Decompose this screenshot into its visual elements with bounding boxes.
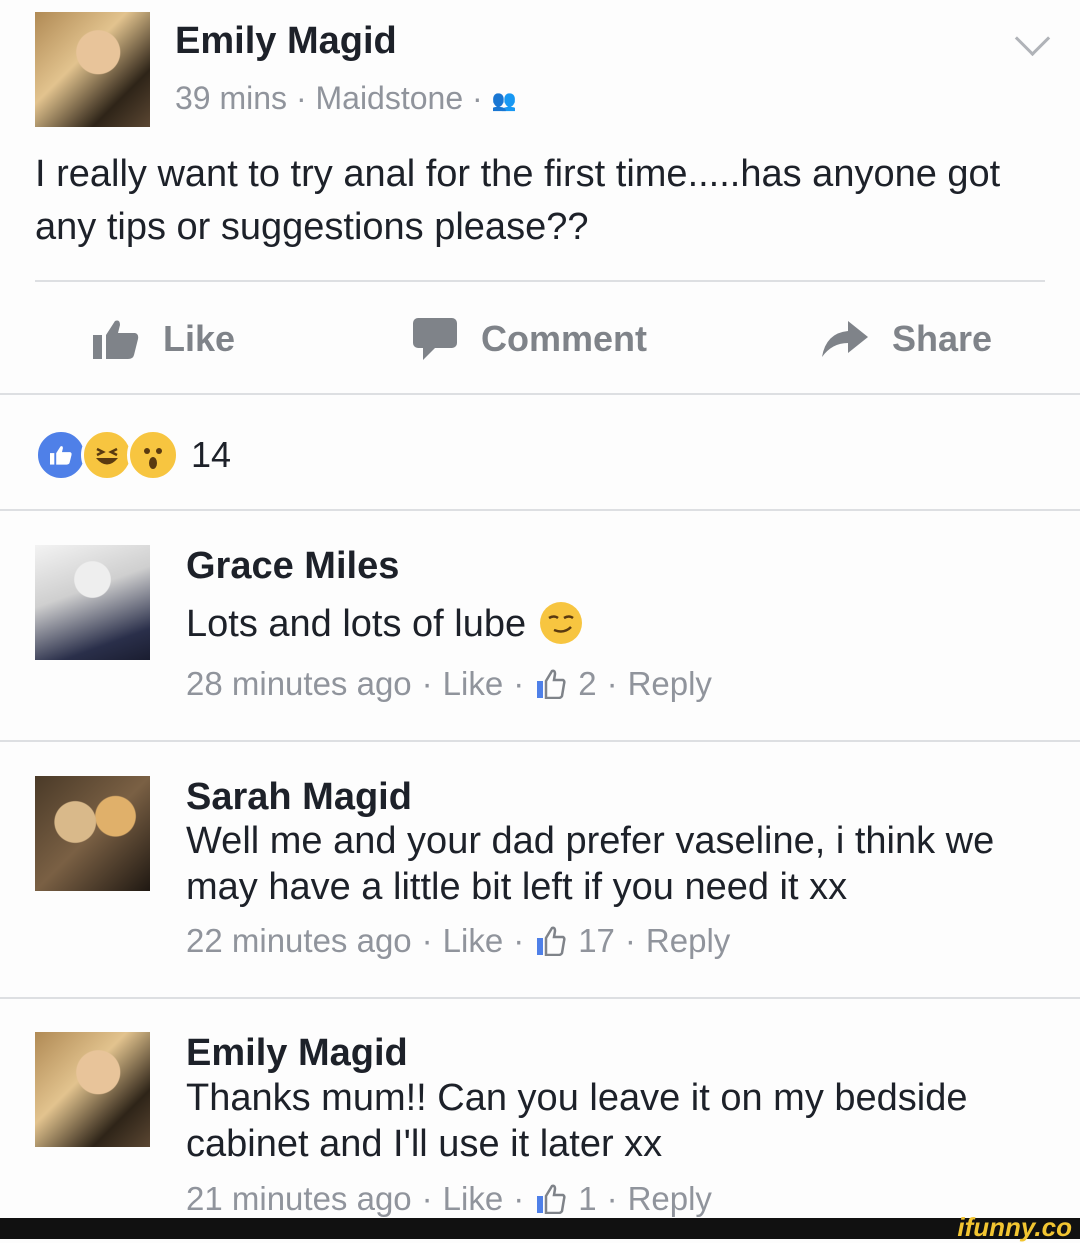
comment-bubble-icon bbox=[413, 318, 457, 360]
meta-separator: · bbox=[513, 1180, 525, 1217]
comment-button[interactable]: Comment bbox=[413, 318, 647, 360]
comment-text: Lots and lots of lube bbox=[186, 601, 1046, 647]
divider bbox=[35, 280, 1045, 282]
share-arrow-icon bbox=[822, 321, 868, 357]
author-avatar[interactable] bbox=[35, 12, 150, 127]
ifunny-watermark: ifunny.co bbox=[957, 1212, 1072, 1242]
share-button[interactable]: Share bbox=[822, 318, 992, 360]
comment-like-count: 1 bbox=[578, 1180, 597, 1217]
commenter-avatar[interactable] bbox=[35, 1032, 150, 1147]
post-action-bar: Like Comment Share bbox=[0, 290, 1080, 390]
post-header: Emily Magid 39 mins · Maidstone · 👥 bbox=[35, 12, 1051, 132]
post-text: I really want to try anal for the first … bbox=[35, 153, 1001, 248]
divider bbox=[0, 740, 1080, 742]
comment-reply-link[interactable]: Reply bbox=[628, 1180, 712, 1218]
like-button[interactable]: Like bbox=[93, 318, 235, 360]
meta-separator: · bbox=[421, 665, 433, 702]
commenter-name[interactable]: Emily Magid bbox=[186, 1032, 408, 1075]
divider bbox=[0, 509, 1080, 511]
comment-meta: 21 minutes ago · Like · 1 · Reply bbox=[186, 1180, 712, 1218]
like-reaction-icon bbox=[35, 429, 87, 481]
comment-like-link[interactable]: Like bbox=[443, 1180, 504, 1218]
friends-audience-icon[interactable]: 👥 bbox=[492, 90, 517, 112]
commenter-avatar[interactable] bbox=[35, 545, 150, 660]
comment-text-body: Lots and lots of lube bbox=[186, 603, 527, 645]
meta-separator: · bbox=[421, 922, 433, 959]
comment-text: Thanks mum!! Can you leave it on my beds… bbox=[186, 1077, 968, 1165]
meta-separator: · bbox=[295, 80, 316, 116]
comment-time[interactable]: 22 minutes ago bbox=[186, 922, 412, 960]
divider bbox=[0, 997, 1080, 999]
share-label: Share bbox=[892, 318, 993, 359]
commenter-avatar[interactable] bbox=[35, 776, 150, 891]
comment-meta: 28 minutes ago · Like · 2 · Reply bbox=[186, 665, 712, 703]
comment-like-count: 2 bbox=[578, 665, 597, 702]
comment-label: Comment bbox=[481, 318, 648, 359]
thumbs-up-outline-icon bbox=[537, 1184, 566, 1214]
comment-like-link[interactable]: Like bbox=[443, 665, 504, 703]
watermark-bar: ifunny.co bbox=[0, 1212, 1080, 1242]
comment-like-count: 17 bbox=[578, 922, 615, 959]
haha-reaction-icon bbox=[81, 429, 133, 481]
comment-like-link[interactable]: Like bbox=[443, 922, 504, 960]
meta-separator: · bbox=[606, 1180, 618, 1217]
thumbs-up-icon bbox=[93, 320, 139, 359]
divider bbox=[0, 393, 1080, 395]
meta-separator: · bbox=[624, 922, 636, 959]
thumbs-up-outline-icon bbox=[537, 669, 566, 699]
thumbs-up-outline-icon bbox=[537, 926, 566, 956]
comment-time[interactable]: 21 minutes ago bbox=[186, 1180, 412, 1218]
like-label: Like bbox=[163, 318, 236, 359]
post-meta: 39 mins · Maidstone · 👥 bbox=[175, 80, 517, 117]
comment-meta: 22 minutes ago · Like · 17 · Reply bbox=[186, 922, 730, 960]
reaction-count: 14 bbox=[191, 434, 232, 475]
commenter-name[interactable]: Sarah Magid bbox=[186, 776, 412, 819]
chevron-down-icon[interactable] bbox=[1014, 20, 1051, 57]
meta-separator: · bbox=[421, 1180, 433, 1217]
meta-separator: · bbox=[472, 80, 492, 116]
post-author-name[interactable]: Emily Magid bbox=[175, 20, 397, 63]
meta-separator: · bbox=[513, 922, 525, 959]
post-time[interactable]: 39 mins bbox=[175, 80, 287, 116]
comment-text: Well me and your dad prefer vaseline, i … bbox=[186, 820, 995, 908]
smirk-emoji-icon bbox=[540, 601, 583, 644]
reactions-summary[interactable]: 14 bbox=[35, 425, 231, 485]
post-location[interactable]: Maidstone bbox=[315, 80, 463, 116]
meta-separator: · bbox=[513, 665, 525, 702]
wow-reaction-icon bbox=[127, 429, 179, 481]
meta-separator: · bbox=[606, 665, 618, 702]
comment-reply-link[interactable]: Reply bbox=[646, 922, 730, 960]
comment-reply-link[interactable]: Reply bbox=[628, 665, 712, 703]
commenter-name[interactable]: Grace Miles bbox=[186, 545, 399, 588]
comment-time[interactable]: 28 minutes ago bbox=[186, 665, 412, 703]
